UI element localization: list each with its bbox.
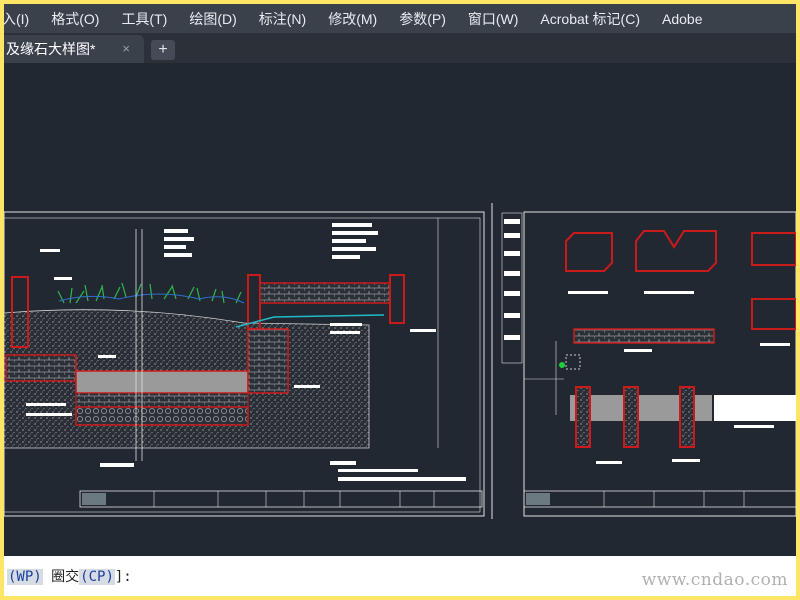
cad-drawing[interactable] [4,63,796,556]
detail-drawing-right [523,211,796,517]
menu-window[interactable]: 窗口(W) [468,9,519,29]
menu-modify[interactable]: 修改(M) [328,9,377,29]
crossing-polygon-option[interactable]: (CP) [79,569,115,585]
cad-window: 入(I) 格式(O) 工具(T) 绘图(D) 标注(N) 修改(M) 参数(P)… [4,4,796,596]
menu-bar: 入(I) 格式(O) 工具(T) 绘图(D) 标注(N) 修改(M) 参数(P)… [4,4,796,33]
drawing-canvas[interactable] [4,63,796,556]
menu-draw[interactable]: 绘图(D) [189,9,236,29]
crossing-polygon-label: 圈交 [51,569,80,585]
document-tab[interactable]: 及缘石大样图* × [4,35,144,63]
tab-bar: 及缘石大样图* × [4,33,796,63]
menu-acrobat-markup[interactable]: Acrobat 标记(C) [540,9,640,29]
menu-parameters[interactable]: 参数(P) [399,9,446,29]
close-icon[interactable]: × [122,41,130,56]
menu-tools[interactable]: 工具(T) [121,9,167,29]
planting-symbol [57,282,245,304]
new-tab-button[interactable]: + [151,40,175,60]
menu-insert[interactable]: 入(I) [4,9,29,29]
command-suffix: ]: [114,569,132,585]
detail-drawing-left [4,211,485,517]
menu-dimension[interactable]: 标注(N) [259,9,306,29]
command-line[interactable]: (WP) 圈交(CP)]: www.cndao.com [4,556,796,596]
command-prompt: (WP) 圈交(CP)]: [7,566,132,586]
menu-adobe[interactable]: Adobe [662,11,702,27]
menu-format[interactable]: 格式(O) [51,9,99,29]
window-polygon-option[interactable]: (WP) [7,569,43,585]
document-tab-title: 及缘石大样图* [6,41,96,57]
watermark: www.cndao.com [641,570,788,590]
